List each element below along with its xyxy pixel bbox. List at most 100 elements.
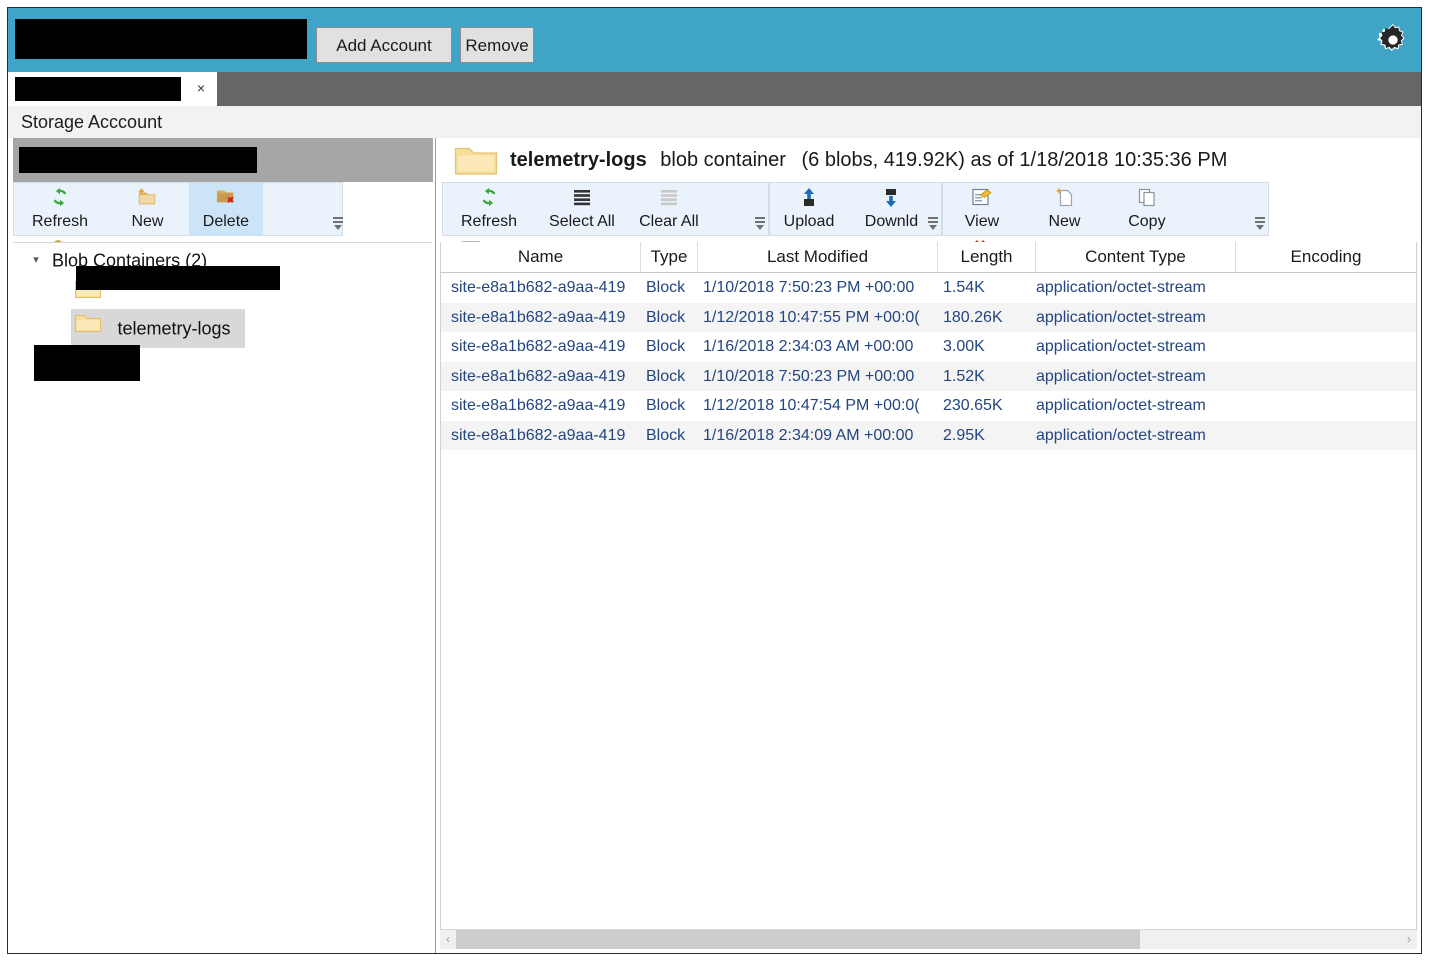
copy-icon (1108, 186, 1186, 212)
tab-strip: × (8, 72, 1421, 106)
cell-name: site-e8a1b682-a9aa-419 (441, 362, 641, 392)
account-name-redacted (19, 147, 257, 173)
clear-all-icon (629, 186, 709, 212)
blob-refresh-button[interactable]: Refresh (443, 183, 535, 235)
blob-clear-all-label: Clear All (629, 212, 709, 232)
tree-extra-redaction-block (34, 345, 140, 381)
cell-name: site-e8a1b682-a9aa-419 (441, 332, 641, 362)
cell-type: Block (641, 421, 698, 451)
cell-length: 2.95K (938, 421, 1036, 451)
container-kind: blob container (660, 149, 786, 171)
view-file-icon (943, 186, 1021, 212)
cell-content-type: application/octet-stream (1036, 303, 1236, 333)
cell-name: site-e8a1b682-a9aa-419 (441, 421, 641, 451)
blob-select-all-button[interactable]: Select All (539, 183, 624, 235)
column-header-type[interactable]: Type (641, 242, 698, 272)
container-summary: (6 blobs, 419.92K) as of 1/18/2018 10:35… (802, 149, 1228, 171)
cell-content-type: application/octet-stream (1036, 332, 1236, 362)
blob-view-group-overflow-icon[interactable] (752, 183, 768, 235)
add-account-button[interactable]: Add Account (316, 27, 452, 63)
table-row[interactable]: site-e8a1b682-a9aa-419 Block 1/10/2018 7… (441, 362, 1416, 392)
tree-item-redaction-block (76, 266, 280, 290)
cell-encoding (1236, 421, 1416, 451)
blob-container-tree: ▾ Blob Containers (2) (13, 242, 432, 950)
new-file-icon (1025, 186, 1103, 212)
cell-length: 1.52K (938, 362, 1036, 392)
cell-type: Block (641, 391, 698, 421)
blob-upload-button[interactable]: Upload (770, 183, 848, 235)
cell-name: site-e8a1b682-a9aa-419 (441, 273, 641, 303)
cell-last-modified: 1/16/2018 2:34:09 AM +00:00 (698, 421, 938, 451)
tab-storage-account[interactable]: × (8, 72, 217, 106)
container-toolbar: Refresh New (13, 182, 343, 236)
gear-icon[interactable] (1375, 22, 1411, 58)
container-new-button[interactable]: New (110, 183, 184, 235)
cell-encoding (1236, 273, 1416, 303)
cell-encoding (1236, 362, 1416, 392)
delete-folder-icon (189, 186, 263, 212)
blob-download-button[interactable]: Downld (852, 183, 930, 235)
cell-encoding (1236, 332, 1416, 362)
container-new-label: New (110, 212, 184, 232)
container-refresh-button[interactable]: Refresh (14, 183, 106, 235)
folder-icon (453, 143, 499, 182)
cell-last-modified: 1/12/2018 10:47:54 PM +00:0( (698, 391, 938, 421)
scroll-left-arrow-icon[interactable]: ‹ (440, 930, 456, 949)
container-delete-button[interactable]: Delete (189, 183, 263, 235)
cell-last-modified: 1/10/2018 7:50:23 PM +00:00 (698, 273, 938, 303)
blob-transfer-group-overflow-icon[interactable] (925, 183, 941, 235)
cell-length: 3.00K (938, 332, 1036, 362)
cell-encoding (1236, 391, 1416, 421)
cell-encoding (1236, 303, 1416, 333)
cell-name: site-e8a1b682-a9aa-419 (441, 391, 641, 421)
scroll-right-arrow-icon[interactable]: › (1401, 930, 1417, 949)
cell-length: 180.26K (938, 303, 1036, 333)
blob-download-label: Downld (852, 212, 930, 232)
cell-name: site-e8a1b682-a9aa-419 (441, 303, 641, 333)
blob-file-group-overflow-icon[interactable] (1252, 183, 1268, 235)
column-header-content-type[interactable]: Content Type (1036, 242, 1236, 272)
tab-label-redacted (15, 77, 181, 101)
blob-clear-all-button[interactable]: Clear All (629, 183, 709, 235)
column-header-length[interactable]: Length (938, 242, 1036, 272)
blob-view-label: View (943, 212, 1021, 232)
blob-refresh-label: Refresh (443, 212, 535, 232)
account-bar: Add Account Remove (8, 8, 1421, 72)
blob-view-button[interactable]: View (943, 183, 1021, 235)
column-header-last-modified[interactable]: Last Modified (698, 242, 938, 272)
blob-select-all-label: Select All (539, 212, 624, 232)
chevron-expanded-icon[interactable]: ▾ (25, 244, 47, 276)
container-refresh-label: Refresh (14, 212, 106, 232)
tree-item-label: telemetry-logs (117, 319, 230, 339)
account-name-header (13, 138, 433, 182)
cell-last-modified: 1/10/2018 7:50:23 PM +00:00 (698, 362, 938, 392)
scrollbar-thumb[interactable] (456, 930, 1140, 949)
close-icon[interactable]: × (192, 79, 210, 97)
blob-copy-button[interactable]: Copy (1108, 183, 1186, 235)
container-toolbar-overflow-icon[interactable] (330, 183, 346, 235)
left-panel: Refresh New (8, 138, 436, 953)
cell-last-modified: 1/12/2018 10:47:55 PM +00:0( (698, 303, 938, 333)
table-row[interactable]: site-e8a1b682-a9aa-419 Block 1/12/2018 1… (441, 303, 1416, 333)
cell-type: Block (641, 362, 698, 392)
upload-icon (770, 186, 848, 212)
table-row[interactable]: site-e8a1b682-a9aa-419 Block 1/10/2018 7… (441, 273, 1416, 303)
refresh-icon (14, 186, 106, 212)
cell-type: Block (641, 332, 698, 362)
account-selector[interactable] (15, 19, 307, 59)
horizontal-scrollbar[interactable]: ‹ › (440, 929, 1417, 949)
remove-account-button[interactable]: Remove (460, 27, 534, 63)
column-header-encoding[interactable]: Encoding (1236, 242, 1416, 272)
table-row[interactable]: site-e8a1b682-a9aa-419 Block 1/12/2018 1… (441, 391, 1416, 421)
table-row[interactable]: site-e8a1b682-a9aa-419 Block 1/16/2018 2… (441, 421, 1416, 451)
cell-content-type: application/octet-stream (1036, 362, 1236, 392)
table-row[interactable]: site-e8a1b682-a9aa-419 Block 1/16/2018 2… (441, 332, 1416, 362)
right-panel: telemetry-logs blob container (6 blobs, … (436, 138, 1421, 953)
blob-new-button[interactable]: New (1025, 183, 1103, 235)
tree-item-telemetry-logs[interactable]: telemetry-logs (71, 309, 432, 343)
cell-length: 230.65K (938, 391, 1036, 421)
column-header-name[interactable]: Name (441, 242, 641, 272)
container-name: telemetry-logs (510, 149, 647, 171)
cell-last-modified: 1/16/2018 2:34:03 AM +00:00 (698, 332, 938, 362)
cell-content-type: application/octet-stream (1036, 421, 1236, 451)
